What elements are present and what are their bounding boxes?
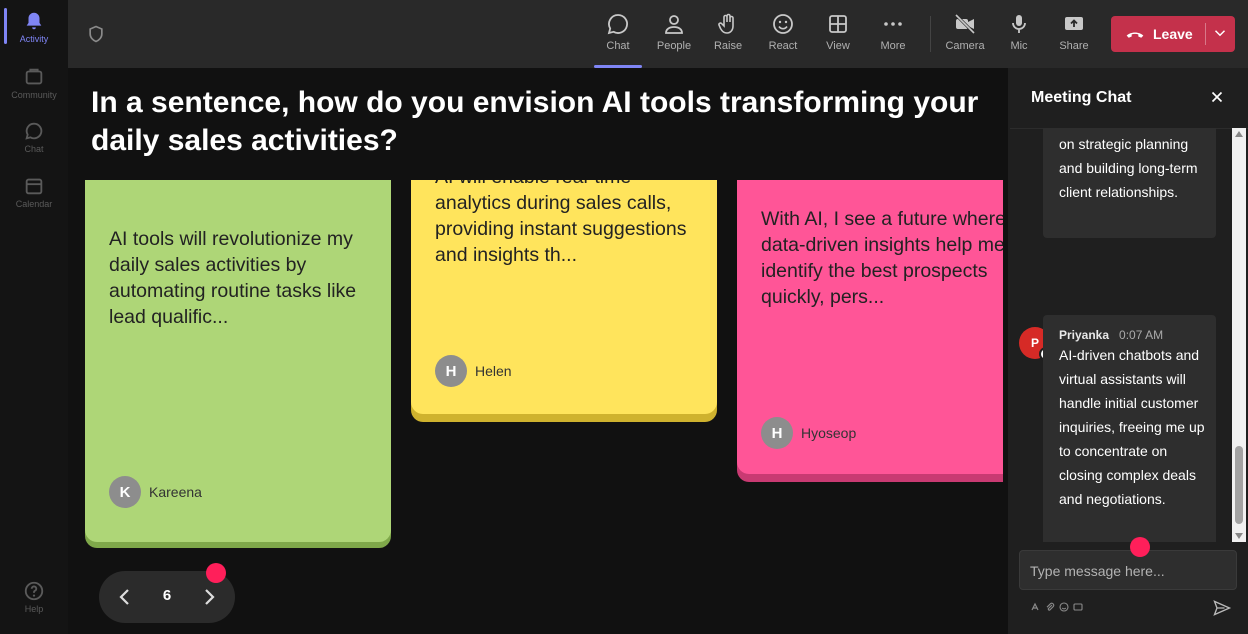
hand-icon	[718, 13, 734, 34]
sticky-cards: AI tools will revolutionize my daily sal…	[68, 180, 1003, 560]
react-button[interactable]: React	[757, 8, 809, 62]
people-button[interactable]: People	[648, 8, 700, 62]
chat-button[interactable]: Chat	[592, 8, 644, 68]
chat-message-list[interactable]: on strategic planning and building long-…	[1010, 128, 1232, 542]
rail-item-activity[interactable]: Activity	[0, 0, 68, 52]
bell-icon	[26, 12, 42, 30]
chat-title: Meeting Chat	[1031, 89, 1132, 106]
scroll-thumb[interactable]	[1235, 446, 1243, 524]
question-title: In a sentence, how do you envision AI to…	[91, 86, 979, 157]
more-label: More	[880, 40, 906, 52]
message-input[interactable]	[1028, 551, 1228, 591]
rail-item-community[interactable]: Community	[0, 56, 68, 108]
sticky-text: AI will enable real-time analytics durin…	[435, 180, 687, 266]
sticky-text: With AI, I see a future where data-drive…	[761, 208, 1003, 308]
rail-label: Chat	[24, 144, 44, 154]
leave-divider	[1205, 23, 1206, 45]
chevron-left-icon[interactable]	[113, 585, 137, 609]
react-label: React	[768, 40, 798, 52]
pointer-marker	[1130, 537, 1150, 557]
scroll-down-arrow[interactable]	[1235, 533, 1243, 539]
rail-item-help[interactable]: Help	[0, 570, 68, 622]
pointer-marker	[206, 563, 226, 583]
chat-message: Priyanka 0:07 AM AI-driven chatbots and v…	[1043, 315, 1216, 542]
chat-label: Chat	[606, 40, 630, 52]
meeting-chat-panel: Meeting Chat on strategic planning and b…	[1010, 68, 1248, 634]
chat-icon	[25, 122, 43, 140]
chat-scrollbar[interactable]	[1232, 128, 1246, 542]
rail-label: Calendar	[15, 199, 53, 209]
sticky-author: H Hyoseop	[761, 417, 856, 449]
sender-name: Priyanka	[1059, 328, 1110, 342]
sticky-text: AI tools will revolutionize my daily sal…	[109, 228, 357, 328]
mic-button[interactable]: Mic	[993, 8, 1045, 62]
close-icon[interactable]	[1208, 88, 1226, 106]
meeting-toolbar: Chat People Raise React View More Camera	[68, 0, 1248, 68]
grid-icon	[829, 15, 847, 33]
sticky-author: K Kareena	[109, 476, 202, 508]
message-time: 0:07 AM	[1119, 328, 1164, 342]
people-icon	[665, 15, 683, 34]
avatar: H	[435, 355, 467, 387]
message-text: on strategic planning and building long-…	[1059, 136, 1198, 200]
rail-label: Activity	[19, 34, 49, 44]
microphone-icon	[1012, 15, 1026, 33]
avatar: K	[109, 476, 141, 508]
shield-icon[interactable]	[86, 24, 106, 44]
chat-header: Meeting Chat	[1010, 68, 1248, 129]
chat-icon	[607, 14, 628, 35]
send-icon[interactable]	[1212, 598, 1232, 618]
sticky-note[interactable]: AI tools will revolutionize my daily sal…	[85, 180, 391, 542]
share-screen-icon	[1065, 17, 1083, 30]
people-label: People	[656, 40, 692, 52]
author-name: Hyoseop	[801, 425, 857, 441]
whiteboard-stage: In a sentence, how do you envision AI to…	[68, 68, 1008, 634]
view-label: View	[826, 40, 850, 52]
emoji-icon[interactable]	[1059, 602, 1069, 612]
share-button[interactable]: Share	[1048, 8, 1100, 62]
rail-label: Help	[24, 604, 44, 614]
message-text: AI-driven chatbots and virtual assistant…	[1059, 347, 1205, 507]
message-compose[interactable]	[1019, 550, 1237, 591]
attach-icon[interactable]	[1045, 602, 1055, 612]
view-button[interactable]: View	[812, 8, 864, 62]
gif-icon[interactable]	[1073, 602, 1083, 612]
chat-message: on strategic planning and building long-…	[1043, 128, 1216, 238]
left-rail: Activity Community Chat Calendar Help	[0, 0, 68, 634]
sticky-note[interactable]: With AI, I see a future where data-drive…	[737, 180, 1003, 474]
calendar-icon	[25, 178, 43, 195]
format-icon[interactable]	[1030, 602, 1040, 612]
community-icon	[25, 68, 43, 85]
sticky-note[interactable]: AI will enable real-time analytics durin…	[411, 180, 717, 414]
smiley-icon	[773, 14, 793, 34]
raise-label: Raise	[713, 40, 743, 52]
help-icon	[24, 581, 44, 601]
avatar-initial: P	[1030, 336, 1039, 350]
rail-label: Community	[11, 90, 57, 100]
leave-button[interactable]: Leave	[1111, 16, 1235, 52]
author-name: Helen	[475, 363, 512, 379]
toolbar-divider	[930, 16, 931, 52]
leave-label: Leave	[1153, 26, 1193, 42]
scroll-up-arrow[interactable]	[1235, 131, 1243, 137]
more-icon	[884, 22, 902, 26]
share-label: Share	[1059, 40, 1089, 52]
sticky-author: H Helen	[435, 355, 512, 387]
avatar: H	[761, 417, 793, 449]
author-name: Kareena	[149, 484, 202, 500]
camera-off-icon	[954, 13, 976, 35]
chevron-right-icon[interactable]	[197, 585, 221, 609]
mic-label: Mic	[1010, 40, 1028, 52]
raise-hand-button[interactable]: Raise	[702, 8, 754, 62]
more-button[interactable]: More	[867, 8, 919, 62]
page-number: 6	[162, 587, 172, 604]
hang-up-icon	[1126, 32, 1144, 38]
camera-label: Camera	[945, 40, 985, 52]
rail-item-chat[interactable]: Chat	[0, 110, 68, 162]
rail-item-calendar[interactable]: Calendar	[0, 165, 68, 217]
chevron-down-icon[interactable]	[1211, 24, 1229, 42]
meeting-window: Activity Community Chat Calendar Help Ch…	[0, 0, 1248, 634]
camera-button[interactable]: Camera	[939, 8, 991, 62]
